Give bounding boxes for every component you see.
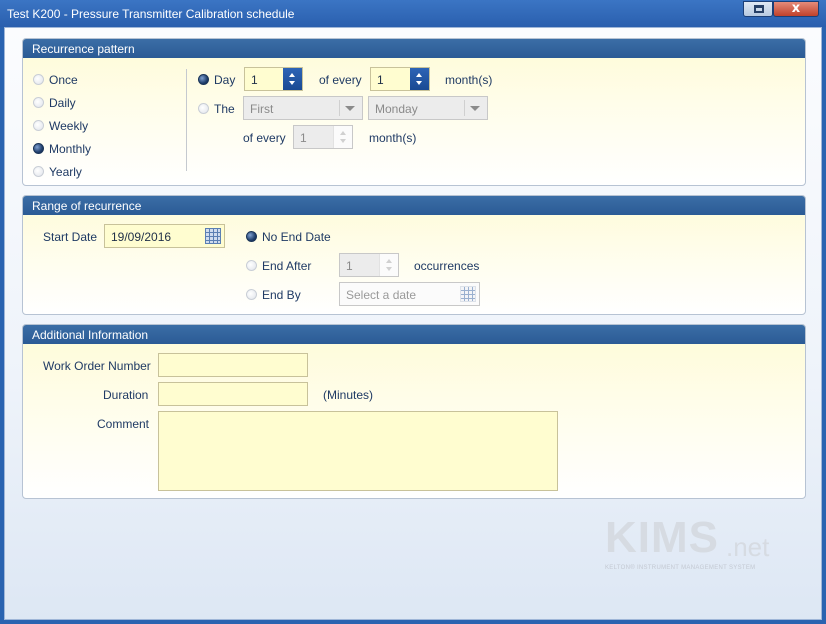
logo-suffix: .net (726, 532, 770, 562)
radio-end-after[interactable] (246, 260, 257, 271)
months-value: 1 (377, 73, 384, 87)
calendar-icon-grid (205, 228, 221, 244)
day-label: Day (214, 73, 236, 87)
months-spin-buttons-2[interactable] (333, 126, 352, 148)
weekly-label: Weekly (49, 119, 89, 133)
spin-down-icon (340, 139, 346, 143)
recurrence-header-label: Recurrence pattern (32, 42, 135, 56)
months-label-2: month(s) (369, 131, 417, 145)
months-stepper[interactable]: 1 (370, 67, 430, 91)
spin-up-icon (386, 259, 392, 263)
duration-input[interactable] (158, 382, 308, 406)
radio-once[interactable] (33, 74, 44, 85)
dropdown-separator (464, 100, 465, 116)
of-every-label-2: of every (243, 131, 286, 145)
pattern-divider (186, 69, 187, 171)
chevron-down-icon (345, 106, 355, 111)
range-panel: Range of recurrence Start Date 19/09/201… (22, 195, 806, 315)
weekday-select[interactable]: Monday (368, 96, 488, 120)
maximize-icon (754, 5, 764, 13)
radio-daily[interactable] (33, 97, 44, 108)
day-spin-buttons[interactable] (283, 68, 302, 90)
close-button[interactable]: x (773, 1, 819, 17)
occurrences-stepper[interactable]: 1 (339, 253, 399, 277)
chevron-down-icon (470, 106, 480, 111)
spin-down-icon (289, 81, 295, 85)
spin-down-icon (386, 267, 392, 271)
title-bar: Test K200 - Pressure Transmitter Calibra… (0, 0, 826, 27)
dropdown-separator (339, 100, 340, 116)
months-value-2: 1 (300, 131, 307, 145)
range-header-label: Range of recurrence (32, 199, 142, 213)
monthly-label: Monthly (49, 142, 92, 156)
recurrence-header: Recurrence pattern (23, 39, 805, 58)
close-icon: x (791, 1, 801, 16)
dialog-window: Test K200 - Pressure Transmitter Calibra… (0, 0, 826, 624)
dialog-content: Recurrence pattern Once Daily Weekly Mon… (4, 27, 822, 620)
radio-end-by[interactable] (246, 289, 257, 300)
radio-the[interactable] (198, 103, 209, 114)
logo-tagline: KELTON® INSTRUMENT MANAGEMENT SYSTEM (605, 565, 756, 571)
spin-down-icon (416, 81, 422, 85)
ordinal-value: First (250, 102, 274, 116)
ordinal-select[interactable]: First (243, 96, 363, 120)
occurrences-spin-buttons[interactable] (379, 254, 398, 276)
weekday-value: Monday (375, 102, 418, 116)
radio-yearly[interactable] (33, 166, 44, 177)
comment-label: Comment (97, 417, 150, 431)
the-label: The (214, 102, 235, 116)
once-label: Once (49, 73, 78, 87)
end-by-date-picker[interactable]: Select a date (339, 282, 480, 306)
no-end-date-label: No End Date (262, 230, 331, 244)
start-date-value: 19/09/2016 (111, 230, 172, 244)
months-label: month(s) (445, 73, 493, 87)
occurrences-value: 1 (346, 259, 353, 273)
of-every-label: of every (319, 73, 362, 87)
months-spin-buttons[interactable] (410, 68, 429, 90)
calendar-icon-grid (460, 286, 476, 302)
yearly-label: Yearly (49, 165, 82, 179)
spin-up-icon (340, 131, 346, 135)
calendar-icon[interactable] (457, 283, 479, 305)
end-by-label: End By (262, 288, 301, 302)
range-header: Range of recurrence (23, 196, 805, 215)
radio-no-end-date[interactable] (246, 231, 257, 242)
day-value: 1 (251, 73, 258, 87)
logo-brand: KIMS (605, 513, 719, 562)
recurrence-panel: Recurrence pattern Once Daily Weekly Mon… (22, 38, 806, 186)
end-by-placeholder: Select a date (346, 288, 417, 302)
daily-label: Daily (49, 96, 76, 110)
additional-header: Additional Information (23, 325, 805, 344)
radio-monthly[interactable] (33, 143, 44, 154)
radio-day[interactable] (198, 74, 209, 85)
work-order-input[interactable] (158, 353, 308, 377)
window-title: Test K200 - Pressure Transmitter Calibra… (7, 7, 295, 21)
duration-label: Duration (103, 388, 149, 402)
work-order-label: Work Order Number (43, 359, 151, 373)
calendar-icon[interactable] (202, 225, 224, 247)
end-after-label: End After (262, 259, 312, 273)
spin-up-icon (416, 73, 422, 77)
start-date-picker[interactable]: 19/09/2016 (104, 224, 225, 248)
maximize-button[interactable] (743, 1, 773, 17)
day-stepper[interactable]: 1 (244, 67, 303, 91)
additional-panel: Additional Information Work Order Number… (22, 324, 806, 499)
spin-up-icon (289, 73, 295, 77)
months-stepper-2[interactable]: 1 (293, 125, 353, 149)
comment-textarea[interactable] (158, 411, 558, 491)
minutes-label: (Minutes) (323, 388, 374, 402)
occurrences-label: occurrences (414, 259, 480, 273)
radio-weekly[interactable] (33, 120, 44, 131)
additional-header-label: Additional Information (32, 328, 149, 342)
start-date-label: Start Date (43, 230, 98, 244)
